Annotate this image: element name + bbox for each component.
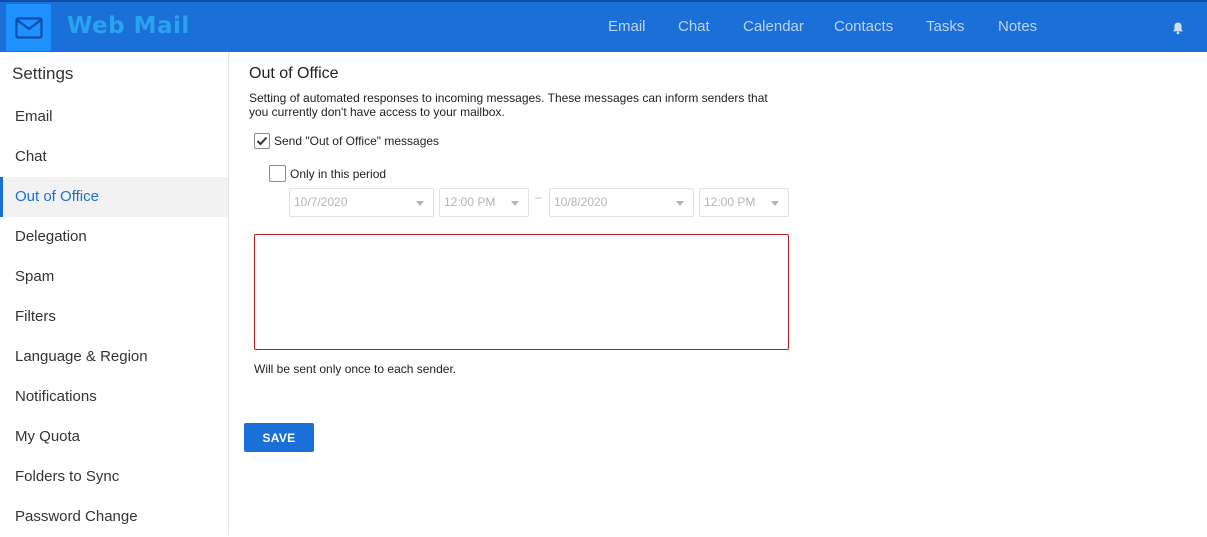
settings-sidebar: Settings Email Chat Out of Office Delega… — [0, 52, 229, 534]
sidebar-item-email[interactable]: Email — [0, 97, 228, 137]
page-description: Setting of automated responses to incomi… — [249, 91, 768, 119]
only-period-row: Only in this period — [269, 165, 386, 182]
start-time-select[interactable]: 12:00 PM — [439, 188, 529, 217]
chevron-down-icon — [676, 201, 684, 206]
sidebar-item-chat[interactable]: Chat — [0, 137, 228, 177]
envelope-icon[interactable] — [6, 4, 51, 51]
send-once-note: Will be sent only once to each sender. — [254, 362, 457, 376]
sidebar-item-delegation[interactable]: Delegation — [0, 217, 228, 257]
sidebar-title: Settings — [12, 64, 74, 83]
sidebar-item-out-of-office[interactable]: Out of Office — [0, 177, 228, 217]
sidebar-item-spam[interactable]: Spam — [0, 257, 228, 297]
end-time-value: 12:00 PM — [704, 195, 756, 209]
nav-chat[interactable]: Chat — [678, 18, 710, 35]
nav-contacts[interactable]: Contacts — [834, 18, 893, 35]
end-time-select[interactable]: 12:00 PM — [699, 188, 789, 217]
send-ooo-label[interactable]: Send "Out of Office" messages — [274, 134, 439, 148]
sidebar-item-filters[interactable]: Filters — [0, 297, 228, 337]
nav-calendar[interactable]: Calendar — [743, 18, 804, 35]
sidebar-item-notifications[interactable]: Notifications — [0, 377, 228, 417]
start-date-select[interactable]: 10/7/2020 — [289, 188, 434, 217]
bell-icon[interactable] — [1171, 21, 1185, 35]
save-button[interactable]: SAVE — [244, 423, 314, 452]
sidebar-item-folders-to-sync[interactable]: Folders to Sync — [0, 457, 228, 497]
start-time-value: 12:00 PM — [444, 195, 496, 209]
send-ooo-row: Send "Out of Office" messages — [254, 133, 439, 149]
range-separator: – — [535, 190, 542, 204]
end-date-value: 10/8/2020 — [554, 195, 608, 209]
check-icon — [256, 136, 268, 146]
sidebar-item-my-quota[interactable]: My Quota — [0, 417, 228, 457]
end-date-select[interactable]: 10/8/2020 — [549, 188, 694, 217]
sidebar-item-password-change[interactable]: Password Change — [0, 497, 228, 537]
page-title: Out of Office — [249, 65, 339, 82]
main-content: Out of Office Setting of automated respo… — [230, 52, 1207, 534]
ooo-message-textarea[interactable] — [254, 234, 789, 350]
chevron-down-icon — [416, 201, 424, 206]
chevron-down-icon — [511, 201, 519, 206]
only-period-checkbox[interactable] — [269, 165, 286, 182]
top-bar: Web Mail Email Chat Calendar Contacts Ta… — [0, 0, 1207, 52]
nav-notes[interactable]: Notes — [998, 18, 1037, 35]
sidebar-item-language-region[interactable]: Language & Region — [0, 337, 228, 377]
send-ooo-checkbox[interactable] — [254, 133, 270, 149]
start-date-value: 10/7/2020 — [294, 195, 348, 209]
only-period-label[interactable]: Only in this period — [290, 167, 386, 181]
nav-tasks[interactable]: Tasks — [926, 18, 964, 35]
app-name[interactable]: Web Mail — [67, 13, 190, 39]
nav-email[interactable]: Email — [608, 18, 646, 35]
chevron-down-icon — [771, 201, 779, 206]
